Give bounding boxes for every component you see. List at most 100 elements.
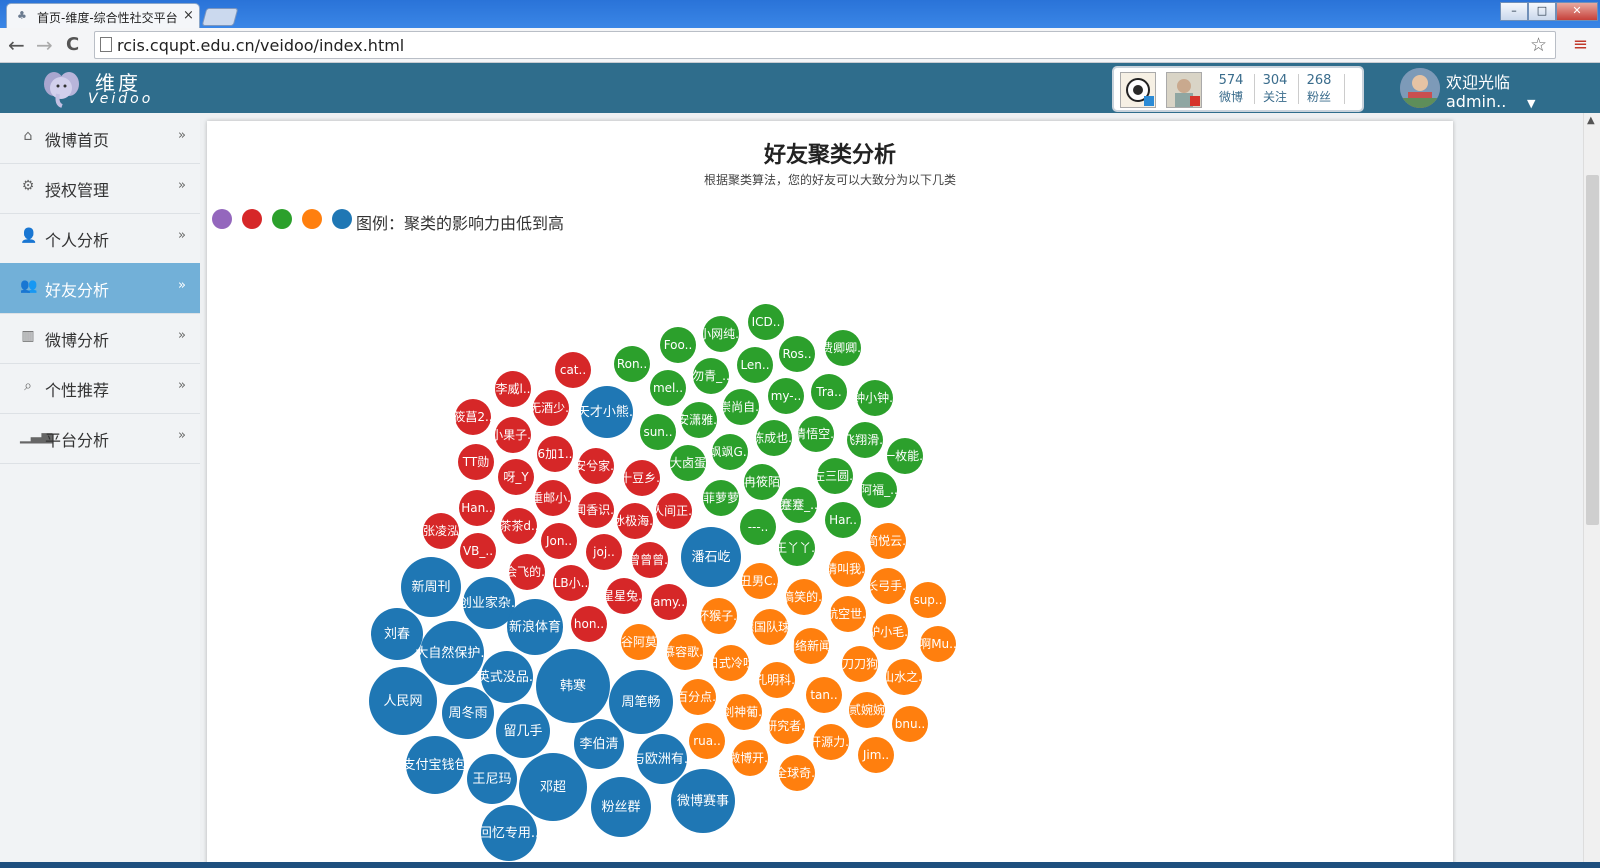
friend-bubble[interactable]: bnu.. (892, 706, 928, 742)
friend-bubble[interactable]: 飞翔滑.. (843, 422, 887, 458)
friend-bubble[interactable]: 邓超 (519, 753, 587, 821)
minimize-button[interactable]: – (1500, 2, 1528, 21)
user-menu-caret-icon[interactable]: ▼ (1527, 97, 1535, 110)
friend-bubble[interactable]: Len.. (737, 347, 773, 383)
sidebar-item[interactable]: ⌂ 微博首页 » (0, 113, 200, 164)
friend-bubble[interactable]: 蹇蹇_.. (780, 487, 818, 523)
back-icon[interactable]: ← (8, 33, 25, 57)
friend-bubble[interactable]: Ron.. (614, 346, 650, 382)
sidebar-item[interactable]: 👤 个人分析 » (0, 213, 200, 264)
friend-bubble[interactable]: 闻香识.. (574, 492, 618, 528)
friend-bubble[interactable]: 天才小熊.. (577, 386, 637, 438)
friend-bubble[interactable]: ---.. (740, 509, 776, 545)
friend-bubble[interactable]: 呀_Y (498, 459, 534, 495)
friend-bubble[interactable]: 星星兔.. (602, 578, 646, 614)
scroll-up-icon[interactable]: ▲ (1587, 115, 1595, 126)
friend-bubble[interactable]: 曾曾曾.. (628, 542, 672, 578)
friend-bubble[interactable]: my-.. (768, 378, 804, 414)
friend-bubble[interactable]: 王尼玛 (467, 754, 517, 804)
friend-bubble[interactable]: 钟小钟.. (853, 380, 897, 416)
friend-bubble[interactable]: 微博开.. (728, 740, 772, 776)
friend-bubble[interactable]: LB小.. (553, 565, 589, 601)
stat-following[interactable]: 304 关注 (1254, 72, 1296, 105)
friend-bubble[interactable]: 研究者.. (765, 708, 809, 744)
friend-bubble[interactable]: 谷阿莫 (621, 624, 657, 660)
friend-bubble[interactable]: 茶茶d.. (499, 508, 539, 544)
friend-bubble[interactable]: 小网纯.. (699, 316, 743, 352)
friend-bubble[interactable]: sun.. (640, 414, 676, 450)
renren-avatar[interactable] (1166, 72, 1202, 108)
friend-bubble[interactable]: 勿青_.. (692, 358, 730, 394)
friend-bubble[interactable]: cat.. (555, 352, 591, 388)
friend-bubble[interactable]: 刀刀狗 (842, 646, 878, 682)
friend-bubble[interactable]: Ros.. (779, 336, 815, 372)
friend-bubble[interactable]: ICD.. (748, 304, 784, 340)
username[interactable]: admin.. (1446, 92, 1506, 111)
friend-bubble[interactable]: 开源力.. (809, 724, 853, 760)
friend-bubble[interactable]: 坏猴子.. (697, 598, 741, 634)
friend-bubble[interactable]: hon.. (571, 606, 607, 642)
friend-bubble[interactable]: 安兮家.. (574, 448, 618, 484)
stat-followers[interactable]: 268 粉丝 (1298, 72, 1340, 105)
friend-bubble[interactable]: 简悦云.. (866, 523, 910, 559)
friend-bubble[interactable]: 长弓手.. (866, 568, 910, 604)
friend-bubble[interactable]: 重邮小.. (531, 480, 575, 516)
friend-bubble[interactable]: 安潇雅.. (677, 402, 721, 438)
friend-bubble[interactable]: 新周刊 (401, 557, 461, 617)
friend-bubble[interactable]: 冉筱陌 (744, 464, 780, 500)
friend-bubble[interactable]: TT勋 (458, 444, 494, 480)
scrollbar-thumb[interactable] (1586, 175, 1599, 525)
friend-bubble[interactable]: 周冬雨 (442, 687, 494, 739)
friend-bubble[interactable]: joj.. (586, 534, 622, 570)
friend-bubble[interactable]: Jon.. (541, 523, 577, 559)
friend-bubble[interactable]: 一枚能.. (883, 438, 927, 474)
friend-bubble[interactable]: 新浪体育 (507, 599, 563, 655)
friend-bubble[interactable]: amy.. (651, 584, 687, 620)
friend-bubble[interactable]: 留几手 (496, 704, 550, 758)
friend-bubble[interactable]: 百分点.. (676, 679, 720, 715)
tab-close-icon[interactable]: × (183, 8, 194, 23)
friend-bubble[interactable]: 清悟空.. (794, 416, 838, 452)
friend-bubble[interactable]: Foo.. (660, 327, 696, 363)
friend-bubble[interactable]: 搞笑的.. (782, 579, 826, 615)
forward-icon[interactable]: → (36, 33, 53, 57)
friend-bubble[interactable]: 支付宝钱包 (402, 736, 468, 794)
reload-icon[interactable]: C (66, 33, 79, 57)
friend-bubble[interactable]: 陈成也.. (752, 420, 796, 456)
friend-bubble[interactable]: Har.. (825, 502, 861, 538)
address-bar[interactable]: rcis.cqupt.edu.cn/veidoo/index.html ☆ (94, 31, 1556, 59)
friend-bubble[interactable]: 王丫丫.. (775, 530, 819, 566)
friend-bubble[interactable]: 啊Mu.. (919, 626, 957, 662)
friend-bubble[interactable]: 人间正.. (652, 493, 696, 529)
friend-bubble[interactable]: 孔明科.. (755, 662, 799, 698)
friend-bubble[interactable]: 微博赛事 (671, 769, 735, 833)
weibo-avatar[interactable] (1120, 72, 1156, 108)
friend-bubble[interactable]: mel.. (650, 370, 686, 406)
friend-bubble[interactable]: tan.. (806, 677, 842, 713)
friend-bubble[interactable]: 飒飒G.. (710, 434, 751, 470)
friend-bubble[interactable]: 十豆乡.. (620, 460, 664, 496)
friend-bubble[interactable]: 费卿卿.. (821, 330, 865, 366)
friend-bubble[interactable]: 丑男C.. (740, 563, 780, 599)
friend-bubble[interactable]: 冰极海.. (613, 503, 657, 539)
friend-bubble[interactable]: Tra.. (811, 374, 847, 410)
stat-weibo[interactable]: 574 微博 (1210, 72, 1252, 105)
friend-bubble[interactable]: 剑神葡.. (722, 694, 766, 730)
browser-tab[interactable]: ♣ 首页-维度-综合性社交平台 × (6, 3, 200, 29)
sidebar-item[interactable]: ⚙ 授权管理 » (0, 163, 200, 214)
friend-bubble[interactable]: 张凌泓 (423, 513, 459, 549)
friend-bubble[interactable]: 小果子.. (491, 417, 535, 453)
friend-bubble[interactable]: 筱菖2.. (453, 399, 493, 435)
close-window-button[interactable]: ✕ (1556, 2, 1598, 21)
friend-bubble[interactable]: rua.. (689, 723, 725, 759)
friend-bubble[interactable]: 周笔畅 (609, 670, 673, 734)
friend-bubble[interactable]: 潘石屹 (681, 527, 741, 587)
sidebar-item[interactable]: 👥 好友分析 » (0, 263, 200, 314)
friend-bubble[interactable]: 菲萝萝 (703, 480, 739, 516)
friend-bubble[interactable]: 粉丝群 (591, 777, 651, 837)
friend-bubble[interactable]: 航空世.. (826, 596, 870, 632)
friend-bubble[interactable]: 6加1.. (537, 436, 573, 472)
friend-bubble[interactable]: 李伯清 (574, 719, 624, 769)
maximize-button[interactable]: □ (1528, 2, 1556, 21)
new-tab-button[interactable] (201, 8, 239, 26)
